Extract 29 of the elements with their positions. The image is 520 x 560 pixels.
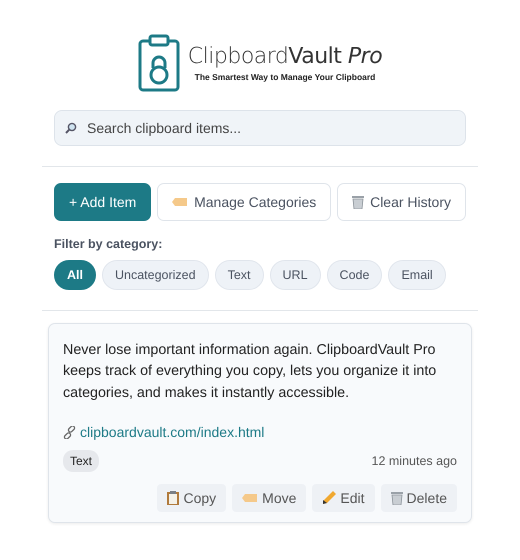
add-button[interactable]: + Add Item [54, 183, 152, 221]
timestamp: 12 minutes ago [372, 454, 457, 468]
trash-icon [390, 491, 403, 506]
clipboard-icon [167, 491, 180, 506]
category-chip[interactable]: URL [270, 260, 321, 290]
search-field[interactable]: Search clipboard items... [54, 110, 466, 146]
app-title: ClipboardVault Pro [188, 44, 382, 69]
item-link[interactable]: clipboardvault.com/index.html [80, 424, 264, 440]
item-action-button[interactable]: Delete [380, 484, 457, 512]
category-badge: Text [63, 450, 100, 472]
item-action-button[interactable]: Move [232, 484, 306, 512]
category-chip[interactable]: All [54, 260, 96, 290]
filter-label: Filter by category: [54, 237, 164, 251]
category-chip[interactable]: Email [388, 260, 446, 290]
link-icon [63, 426, 76, 439]
tagline: The Smartest Way to Manage Your Clipboard [194, 72, 376, 82]
item-action-button[interactable]: Copy [157, 484, 226, 512]
category-chip[interactable]: Code [326, 260, 382, 290]
tag-icon [172, 197, 188, 207]
tag-icon [242, 493, 258, 504]
clipboard-lock-icon [138, 34, 180, 92]
item-text: Never lose important information again. ClipboardVault Pro keeps track of everything you copy, lets you organize it into categories, and makes it instantly accessible. [63, 341, 438, 403]
action-button[interactable]: Manage Categories [157, 183, 332, 221]
action-button[interactable]: Clear History [337, 183, 466, 221]
pencil-icon [322, 491, 336, 506]
category-chip[interactable]: Text [214, 260, 264, 290]
category-chip[interactable]: Uncategorized [102, 260, 209, 290]
trash-icon [352, 195, 364, 209]
item-action-button[interactable]: Edit [312, 484, 375, 512]
